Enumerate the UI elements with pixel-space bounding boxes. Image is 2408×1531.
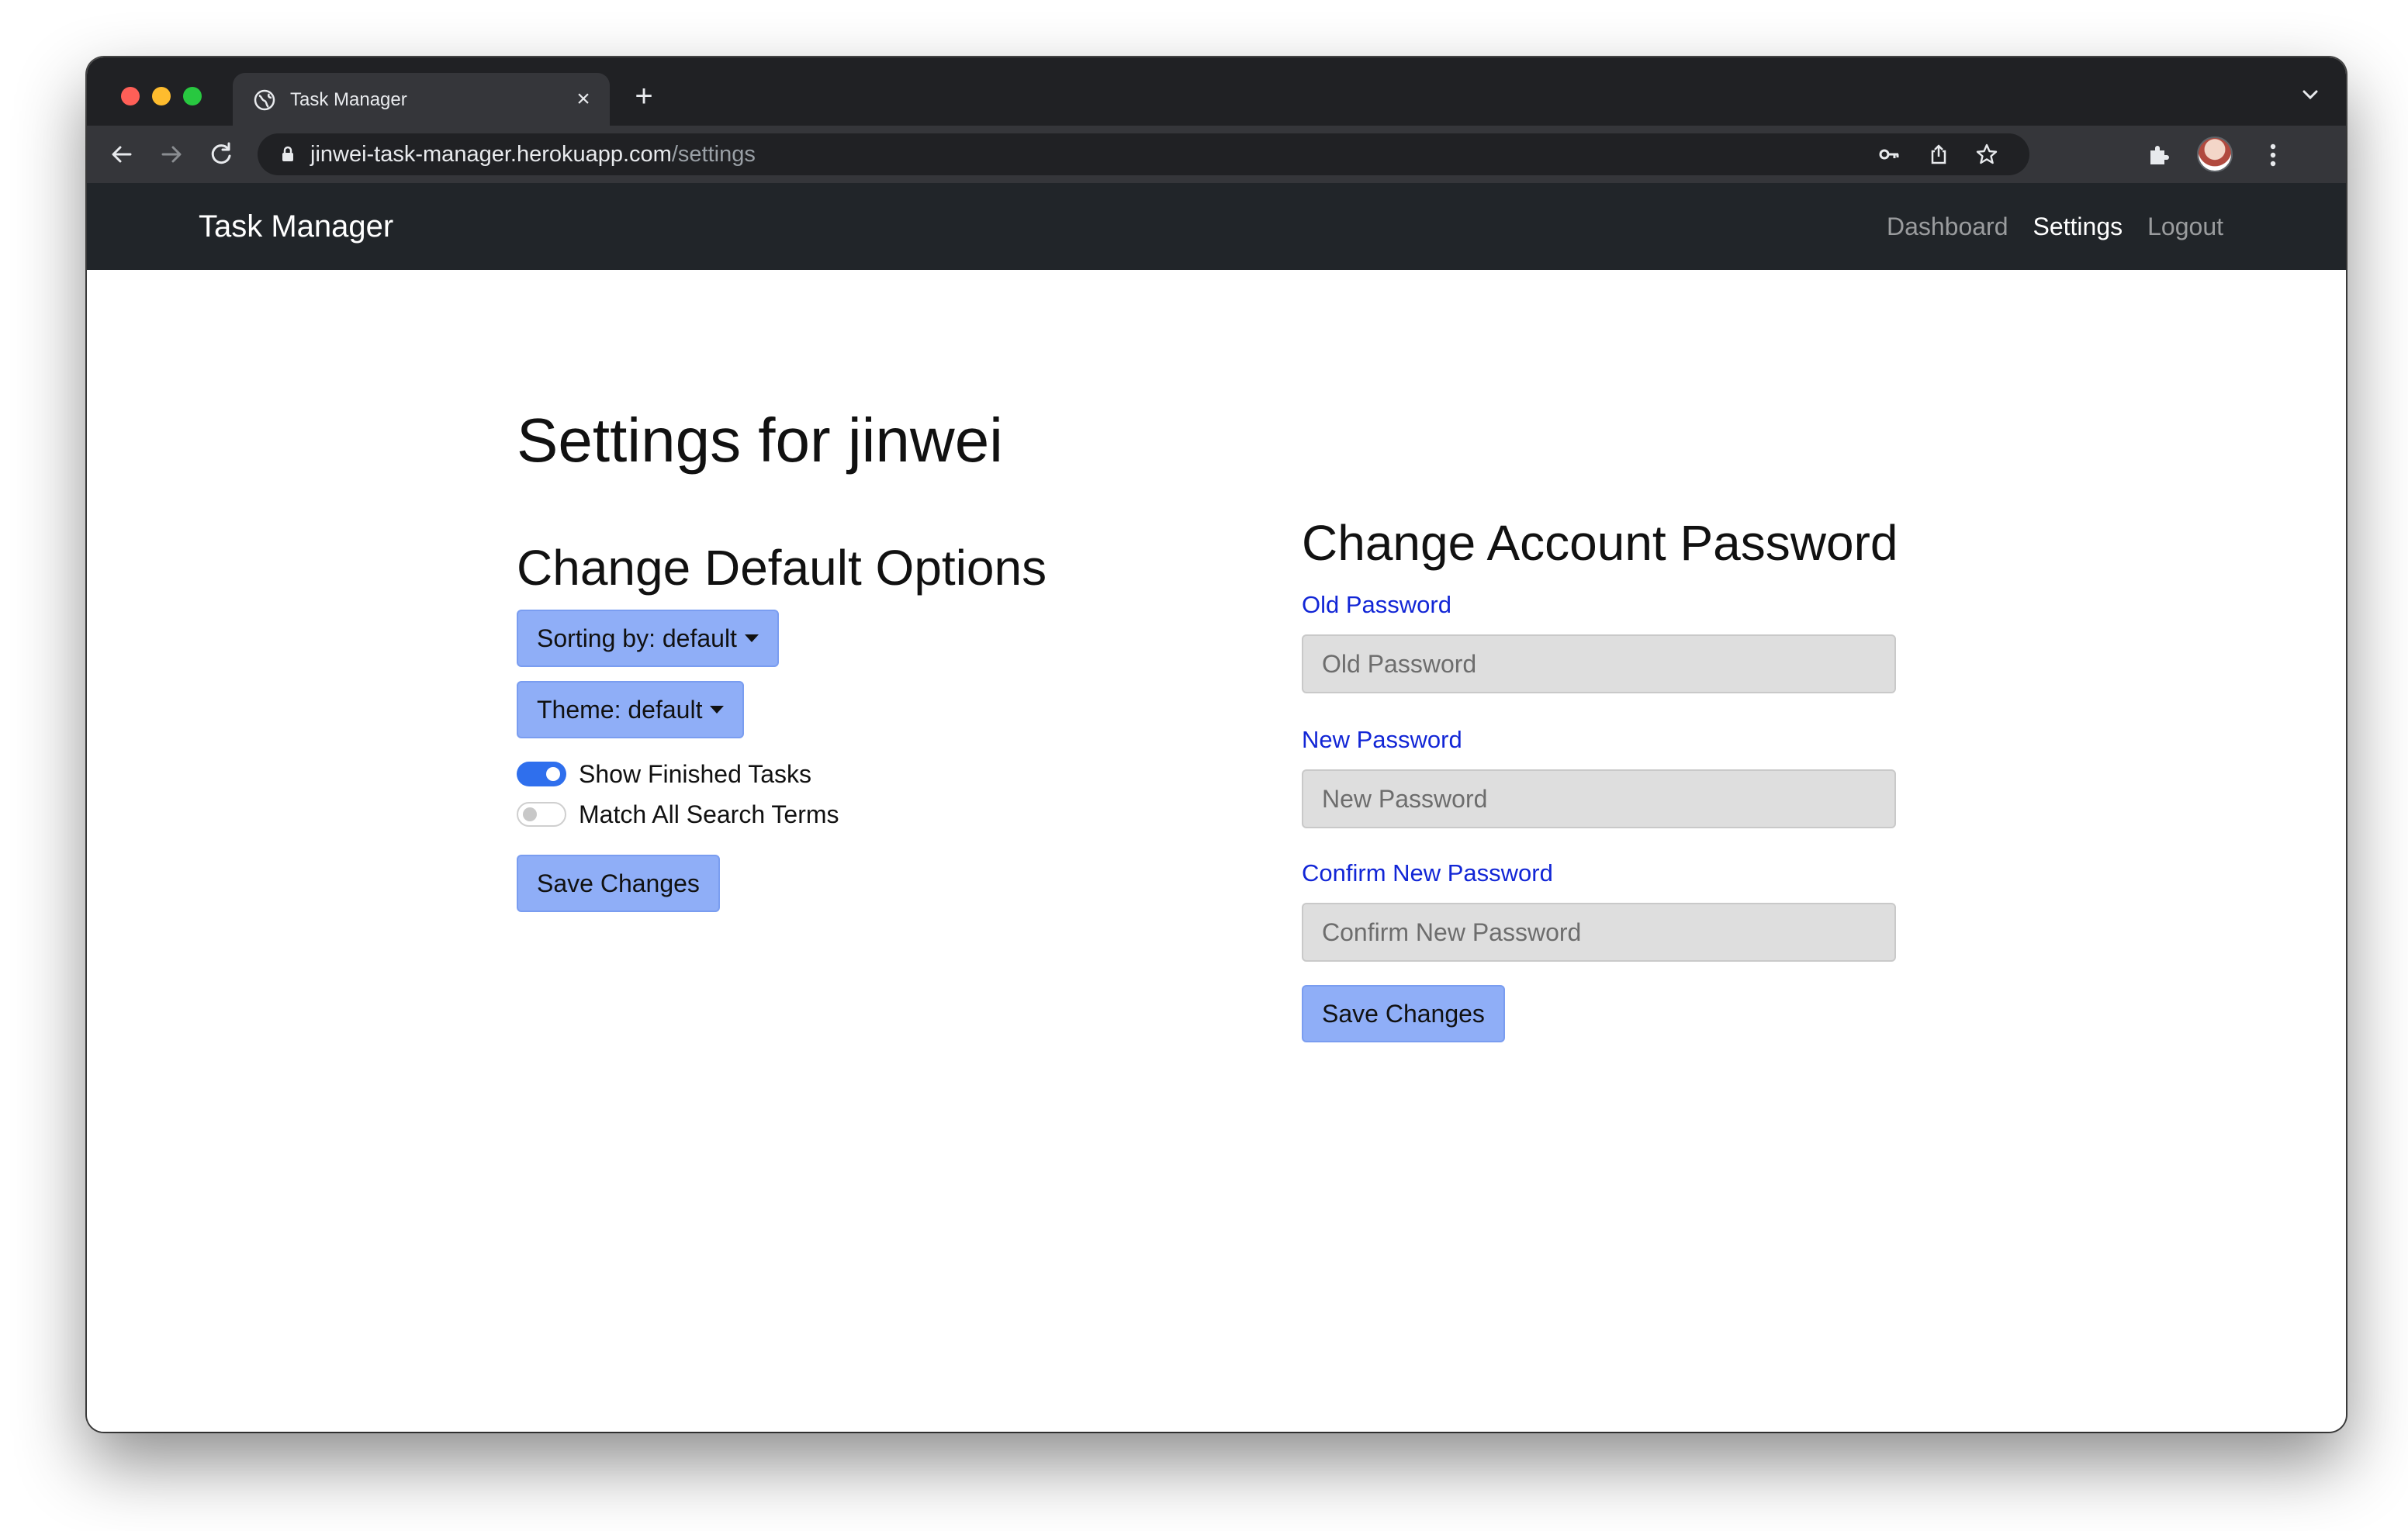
navbar-links: Dashboard Settings Logout xyxy=(1887,183,2223,270)
toggle-row-match-all: Match All Search Terms xyxy=(517,799,839,830)
browser-tab[interactable]: Task Manager × xyxy=(233,73,610,126)
save-password-button[interactable]: Save Changes xyxy=(1302,985,1505,1042)
confirm-password-label: Confirm New Password xyxy=(1302,859,1553,886)
caret-down-icon xyxy=(710,706,725,714)
theme-dropdown-label: Theme: default xyxy=(537,696,703,724)
url-host: jinwei-task-manager.herokuapp.com xyxy=(310,142,672,167)
close-window-button[interactable] xyxy=(121,87,140,105)
browser-window: Task Manager × + jinwei-task-manager.her… xyxy=(87,57,2346,1432)
close-tab-icon[interactable]: × xyxy=(571,87,596,112)
show-finished-tasks-label[interactable]: Show Finished Tasks xyxy=(579,760,811,789)
change-password-title: Change Account Password xyxy=(1302,515,1898,571)
url-path: /settings xyxy=(671,142,756,167)
profile-avatar[interactable] xyxy=(2197,137,2233,172)
address-bar[interactable]: jinwei-task-manager.herokuapp.com/settin… xyxy=(258,133,2029,175)
sorting-dropdown-button[interactable]: Sorting by: default xyxy=(517,610,779,667)
old-password-label: Old Password xyxy=(1302,591,1451,618)
tab-strip: Task Manager × + xyxy=(87,57,2346,126)
show-finished-tasks-toggle[interactable] xyxy=(517,762,566,786)
theme-dropdown-button[interactable]: Theme: default xyxy=(517,681,745,738)
site-navbar: Task Manager Dashboard Settings Logout xyxy=(87,183,2346,270)
nav-link-settings[interactable]: Settings xyxy=(2033,213,2123,241)
lock-icon[interactable] xyxy=(278,144,298,164)
more-menu-icon[interactable] xyxy=(2259,140,2287,171)
new-password-label: New Password xyxy=(1302,726,1462,753)
toggle-row-show-finished: Show Finished Tasks xyxy=(517,759,811,790)
old-password-field[interactable] xyxy=(1302,634,1896,693)
nav-link-logout[interactable]: Logout xyxy=(2147,213,2223,241)
key-icon[interactable] xyxy=(1877,143,1901,166)
url-text[interactable]: jinwei-task-manager.herokuapp.com/settin… xyxy=(310,133,756,175)
extensions-puzzle-icon[interactable] xyxy=(2146,141,2172,168)
browser-toolbar: jinwei-task-manager.herokuapp.com/settin… xyxy=(87,126,2346,183)
bookmark-star-icon[interactable] xyxy=(1975,143,1998,166)
reload-icon[interactable] xyxy=(205,138,237,171)
new-tab-button[interactable]: + xyxy=(628,81,659,112)
chevron-down-icon[interactable] xyxy=(2296,81,2324,109)
toggle-knob xyxy=(546,767,560,781)
settings-page: Settings for jinwei Change Default Optio… xyxy=(87,270,2346,1432)
caret-down-icon xyxy=(744,634,759,642)
back-arrow-icon[interactable] xyxy=(106,138,138,171)
minimize-window-button[interactable] xyxy=(152,87,171,105)
toggle-knob xyxy=(523,807,537,821)
forward-arrow-icon[interactable] xyxy=(155,138,188,171)
nav-link-dashboard[interactable]: Dashboard xyxy=(1887,213,2008,241)
confirm-password-field[interactable] xyxy=(1302,903,1896,962)
default-options-title: Change Default Options xyxy=(517,540,1047,596)
new-password-field[interactable] xyxy=(1302,769,1896,828)
maximize-window-button[interactable] xyxy=(183,87,202,105)
match-all-search-terms-toggle[interactable] xyxy=(517,802,566,827)
globe-icon xyxy=(254,89,275,111)
sorting-dropdown-label: Sorting by: default xyxy=(537,624,737,652)
page-title: Settings for jinwei xyxy=(517,406,1003,475)
save-options-button[interactable]: Save Changes xyxy=(517,855,720,912)
navbar-brand[interactable]: Task Manager xyxy=(199,183,393,270)
tab-title: Task Manager xyxy=(290,89,407,110)
match-all-search-terms-label[interactable]: Match All Search Terms xyxy=(579,800,839,829)
share-icon[interactable] xyxy=(1927,143,1950,166)
